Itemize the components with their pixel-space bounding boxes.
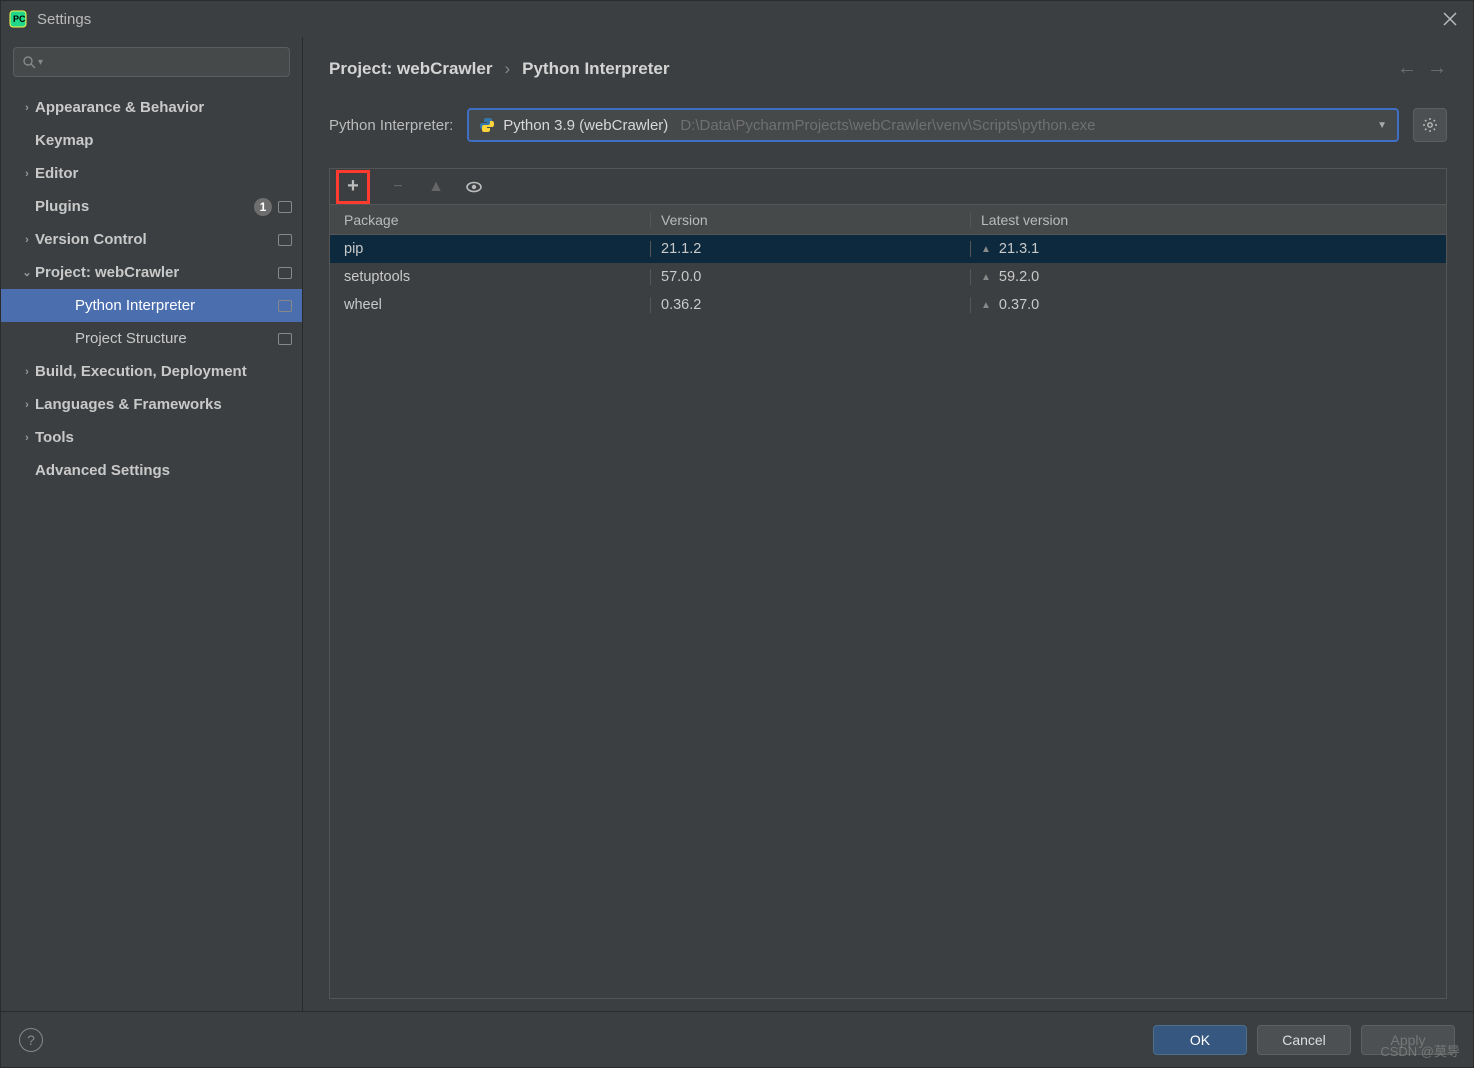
cell-latest: ▲59.2.0 [970, 269, 1446, 285]
sidebar-item-label: Advanced Settings [35, 462, 292, 479]
cell-latest: ▲0.37.0 [970, 297, 1446, 313]
pycharm-icon: PC [9, 10, 27, 28]
settings-window: PC Settings ▾ ›Appearance & BehaviorKeym… [0, 0, 1474, 1068]
sidebar-item-label: Python Interpreter [75, 297, 278, 314]
chevron-icon: › [19, 399, 35, 411]
sidebar-item-plugins[interactable]: Plugins1 [1, 190, 302, 223]
breadcrumb-separator: › [504, 59, 510, 79]
nav-forward-button[interactable]: → [1427, 57, 1447, 80]
packages-toolbar: + − ▲ [330, 169, 1446, 205]
settings-tree: ›Appearance & BehaviorKeymap›EditorPlugi… [1, 87, 302, 1011]
chevron-icon: › [19, 102, 35, 114]
sidebar-item-keymap[interactable]: Keymap [1, 124, 302, 157]
cell-version: 21.1.2 [650, 241, 970, 257]
upgrade-available-icon: ▲ [981, 244, 991, 255]
sidebar-item-version-control[interactable]: ›Version Control [1, 223, 302, 256]
search-input[interactable]: ▾ [13, 47, 290, 77]
interpreter-label: Python Interpreter: [329, 117, 453, 134]
sidebar-item-python-interpreter[interactable]: Python Interpreter [1, 289, 302, 322]
remove-package-button[interactable]: − [388, 177, 408, 197]
cell-version: 57.0.0 [650, 269, 970, 285]
table-row[interactable]: setuptools57.0.0▲59.2.0 [330, 263, 1446, 291]
table-row[interactable]: wheel0.36.2▲0.37.0 [330, 291, 1446, 319]
table-header: Package Version Latest version [330, 205, 1446, 235]
breadcrumb-page: Python Interpreter [522, 59, 669, 79]
interpreter-name: Python 3.9 (webCrawler) [503, 117, 668, 134]
interpreter-settings-button[interactable] [1413, 108, 1447, 142]
sidebar: ▾ ›Appearance & BehaviorKeymap›EditorPlu… [1, 37, 303, 1011]
header-latest[interactable]: Latest version [970, 212, 1446, 228]
packages-table: Package Version Latest version pip21.1.2… [330, 205, 1446, 998]
interpreter-path: D:\Data\PycharmProjects\webCrawler\venv\… [680, 117, 1369, 134]
close-button[interactable] [1435, 8, 1465, 30]
sidebar-item-label: Plugins [35, 198, 254, 215]
ok-button[interactable]: OK [1153, 1025, 1247, 1055]
sidebar-item-project-structure[interactable]: Project Structure [1, 322, 302, 355]
help-button[interactable]: ? [19, 1028, 43, 1052]
titlebar: PC Settings [1, 1, 1473, 37]
project-scope-icon [278, 300, 292, 312]
interpreter-select[interactable]: Python 3.9 (webCrawler) D:\Data\PycharmP… [467, 108, 1399, 142]
sidebar-item-editor[interactable]: ›Editor [1, 157, 302, 190]
project-scope-icon [278, 201, 292, 213]
upgrade-package-button[interactable]: ▲ [426, 177, 446, 197]
sidebar-item-advanced-settings[interactable]: Advanced Settings [1, 454, 302, 487]
header-package[interactable]: Package [330, 212, 650, 228]
upgrade-available-icon: ▲ [981, 272, 991, 283]
breadcrumb-project[interactable]: Project: webCrawler [329, 59, 492, 79]
project-scope-icon [278, 234, 292, 246]
sidebar-item-label: Keymap [35, 132, 292, 149]
sidebar-item-label: Editor [35, 165, 292, 182]
watermark: CSDN @莫导 [1380, 1041, 1460, 1060]
project-scope-icon [278, 267, 292, 279]
sidebar-item-appearance-behavior[interactable]: ›Appearance & Behavior [1, 91, 302, 124]
cell-latest: ▲21.3.1 [970, 241, 1446, 257]
chevron-icon: › [19, 168, 35, 180]
show-early-releases-button[interactable] [464, 177, 484, 197]
main-panel: Project: webCrawler › Python Interpreter… [303, 37, 1473, 1011]
table-row[interactable]: pip21.1.2▲21.3.1 [330, 235, 1446, 263]
python-icon [479, 117, 495, 133]
packages-panel: + − ▲ Package Version Latest version pip… [329, 168, 1447, 999]
cancel-button[interactable]: Cancel [1257, 1025, 1351, 1055]
sidebar-item-label: Version Control [35, 231, 278, 248]
chevron-icon: ⌄ [19, 266, 35, 279]
gear-icon [1422, 117, 1438, 133]
chevron-icon: › [19, 234, 35, 246]
cell-package: setuptools [330, 269, 650, 285]
cell-package: pip [330, 241, 650, 257]
add-package-button[interactable]: + [343, 177, 363, 197]
header-version[interactable]: Version [650, 212, 970, 228]
add-package-highlight: + [336, 170, 370, 204]
chevron-icon: › [19, 432, 35, 444]
sidebar-item-tools[interactable]: ›Tools [1, 421, 302, 454]
sidebar-item-languages-frameworks[interactable]: ›Languages & Frameworks [1, 388, 302, 421]
sidebar-item-label: Appearance & Behavior [35, 99, 292, 116]
chevron-down-icon: ▼ [1377, 120, 1387, 131]
svg-text:PC: PC [13, 14, 26, 24]
project-scope-icon [278, 333, 292, 345]
sidebar-item-build-execution-deployment[interactable]: ›Build, Execution, Deployment [1, 355, 302, 388]
chevron-icon: › [19, 366, 35, 378]
upgrade-available-icon: ▲ [981, 300, 991, 311]
sidebar-item-label: Project Structure [75, 330, 278, 347]
sidebar-item-label: Languages & Frameworks [35, 396, 292, 413]
breadcrumb: Project: webCrawler › Python Interpreter… [329, 57, 1447, 80]
sidebar-item-label: Tools [35, 429, 292, 446]
dialog-footer: ? OK Cancel Apply [1, 1011, 1473, 1067]
cell-version: 0.36.2 [650, 297, 970, 313]
nav-back-button[interactable]: ← [1397, 57, 1417, 80]
sidebar-item-label: Project: webCrawler [35, 264, 278, 281]
cell-package: wheel [330, 297, 650, 313]
sidebar-item-project-webcrawler[interactable]: ⌄Project: webCrawler [1, 256, 302, 289]
window-title: Settings [37, 11, 91, 28]
update-badge: 1 [254, 198, 272, 216]
sidebar-item-label: Build, Execution, Deployment [35, 363, 292, 380]
